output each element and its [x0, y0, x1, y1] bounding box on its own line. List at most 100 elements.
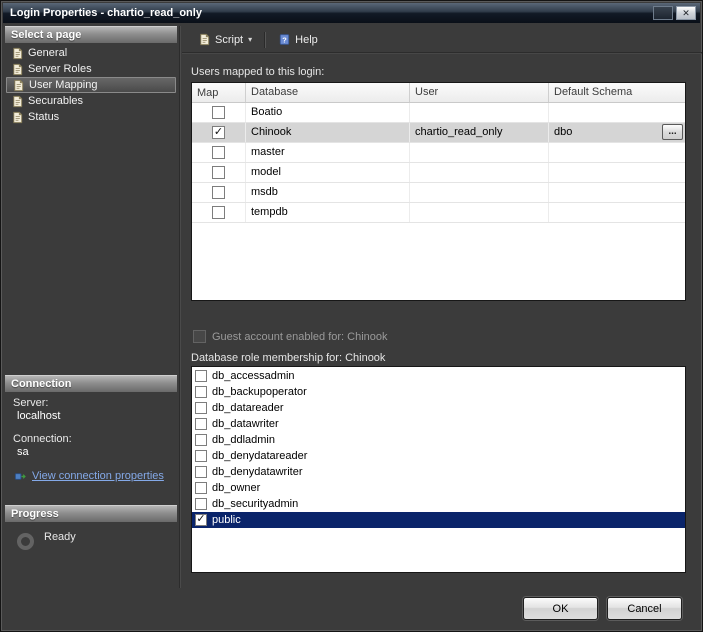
view-connection-properties-link[interactable]: View connection properties — [13, 469, 164, 483]
cell-database[interactable]: Chinook — [246, 123, 410, 142]
check-icon: ✓ — [214, 127, 223, 137]
cell-default-schema[interactable] — [549, 163, 685, 182]
help-button[interactable]: ? Help — [270, 30, 325, 50]
table-row-msdb[interactable]: ✓ msdb — [192, 183, 685, 203]
sidebar-item-label: Server Roles — [28, 63, 92, 75]
cell-default-schema[interactable] — [549, 103, 685, 122]
help-button-label: Help — [295, 34, 318, 46]
role-checkbox[interactable]: ✓ — [195, 466, 207, 478]
cell-user[interactable] — [410, 143, 549, 162]
role-checkbox[interactable]: ✓ — [195, 498, 207, 510]
progress-spinner-icon — [17, 533, 34, 550]
role-checkbox[interactable]: ✓ — [195, 514, 207, 526]
role-item-db-owner[interactable]: ✓ db_owner — [192, 480, 685, 496]
cancel-button[interactable]: Cancel — [607, 597, 682, 620]
script-page-icon — [10, 94, 24, 108]
script-page-icon — [10, 62, 24, 76]
cell-user[interactable] — [410, 203, 549, 222]
cell-default-schema[interactable] — [549, 143, 685, 162]
progress-status: Ready — [17, 531, 76, 550]
map-checkbox[interactable]: ✓ — [212, 206, 225, 219]
role-item-db-denydatawriter[interactable]: ✓ db_denydatawriter — [192, 464, 685, 480]
close-button[interactable]: ✕ — [676, 6, 696, 20]
connection-header: Connection — [5, 375, 177, 392]
sidebar-divider — [179, 26, 180, 588]
svg-text:?: ? — [282, 35, 287, 44]
role-item-db-ddladmin[interactable]: ✓ db_ddladmin — [192, 432, 685, 448]
script-button[interactable]: Script ▾ — [190, 30, 259, 50]
cell-default-schema[interactable] — [549, 203, 685, 222]
role-item-db-datawriter[interactable]: ✓ db_datawriter — [192, 416, 685, 432]
window-title: Login Properties - chartio_read_only — [10, 7, 650, 19]
column-header-default-schema[interactable]: Default Schema — [549, 83, 685, 102]
role-checkbox[interactable]: ✓ — [195, 370, 207, 382]
title-bar[interactable]: Login Properties - chartio_read_only ✕ — [3, 3, 700, 23]
table-row-chinook[interactable]: ✓ Chinook chartio_read_only dbo ... — [192, 123, 685, 143]
map-checkbox[interactable]: ✓ — [212, 106, 225, 119]
title-bar-secondary-button[interactable] — [653, 6, 673, 20]
role-item-db-accessadmin[interactable]: ✓ db_accessadmin — [192, 368, 685, 384]
role-label: db_owner — [212, 482, 260, 494]
login-properties-dialog: Login Properties - chartio_read_only ✕ S… — [0, 0, 703, 632]
table-row-boatio[interactable]: ✓ Boatio — [192, 103, 685, 123]
role-checkbox[interactable]: ✓ — [195, 386, 207, 398]
column-header-map[interactable]: Map — [192, 83, 246, 102]
guest-account-label: Guest account enabled for: Chinook — [212, 331, 388, 343]
role-membership-label: Database role membership for: Chinook — [191, 352, 385, 364]
cell-default-schema[interactable]: dbo ... — [549, 123, 685, 142]
users-mapped-label: Users mapped to this login: — [191, 66, 324, 78]
progress-header: Progress — [5, 505, 177, 522]
column-header-database[interactable]: Database — [246, 83, 410, 102]
table-row-model[interactable]: ✓ model — [192, 163, 685, 183]
sidebar-item-status[interactable]: Status — [6, 109, 176, 125]
role-label: db_securityadmin — [212, 498, 298, 510]
role-checkbox[interactable]: ✓ — [195, 418, 207, 430]
map-checkbox[interactable]: ✓ — [212, 146, 225, 159]
sidebar-item-label: User Mapping — [29, 79, 97, 91]
role-item-db-denydatareader[interactable]: ✓ db_denydatareader — [192, 448, 685, 464]
connection-value: sa — [17, 446, 29, 458]
map-checkbox[interactable]: ✓ — [212, 186, 225, 199]
close-icon: ✕ — [682, 9, 690, 18]
connection-properties-icon — [13, 469, 27, 483]
link-label: View connection properties — [32, 470, 164, 482]
cell-user[interactable] — [410, 163, 549, 182]
column-header-user[interactable]: User — [410, 83, 549, 102]
sidebar-item-user-mapping[interactable]: User Mapping — [6, 77, 176, 93]
role-checkbox[interactable]: ✓ — [195, 482, 207, 494]
role-item-db-securityadmin[interactable]: ✓ db_securityadmin — [192, 496, 685, 512]
sidebar-item-server-roles[interactable]: Server Roles — [6, 61, 176, 77]
cell-database[interactable]: master — [246, 143, 410, 162]
cell-user[interactable]: chartio_read_only — [410, 123, 549, 142]
cell-default-schema[interactable] — [549, 183, 685, 202]
role-item-db-datareader[interactable]: ✓ db_datareader — [192, 400, 685, 416]
ok-button[interactable]: OK — [523, 597, 598, 620]
sidebar-item-label: General — [28, 47, 67, 59]
map-checkbox[interactable]: ✓ — [212, 166, 225, 179]
cell-database[interactable]: model — [246, 163, 410, 182]
cell-database[interactable]: msdb — [246, 183, 410, 202]
script-button-label: Script — [215, 34, 243, 46]
server-label: Server: — [13, 397, 48, 409]
cell-database[interactable]: tempdb — [246, 203, 410, 222]
map-checkbox[interactable]: ✓ — [212, 126, 225, 139]
cell-database[interactable]: Boatio — [246, 103, 410, 122]
table-row-tempdb[interactable]: ✓ tempdb — [192, 203, 685, 223]
cell-user[interactable] — [410, 183, 549, 202]
sidebar-item-label: Securables — [28, 95, 83, 107]
guest-account-checkbox: ✓ — [193, 330, 206, 343]
role-item-public[interactable]: ✓ public — [192, 512, 685, 528]
sidebar-item-securables[interactable]: Securables — [6, 93, 176, 109]
role-label: db_datareader — [212, 402, 284, 414]
role-checkbox[interactable]: ✓ — [195, 402, 207, 414]
role-label: db_backupoperator — [212, 386, 307, 398]
role-checkbox[interactable]: ✓ — [195, 434, 207, 446]
role-label: db_denydatawriter — [212, 466, 303, 478]
role-item-db-backupoperator[interactable]: ✓ db_backupoperator — [192, 384, 685, 400]
script-icon — [197, 33, 211, 47]
cell-user[interactable] — [410, 103, 549, 122]
default-schema-browse-button[interactable]: ... — [662, 124, 683, 140]
role-checkbox[interactable]: ✓ — [195, 450, 207, 462]
table-row-master[interactable]: ✓ master — [192, 143, 685, 163]
sidebar-item-general[interactable]: General — [6, 45, 176, 61]
